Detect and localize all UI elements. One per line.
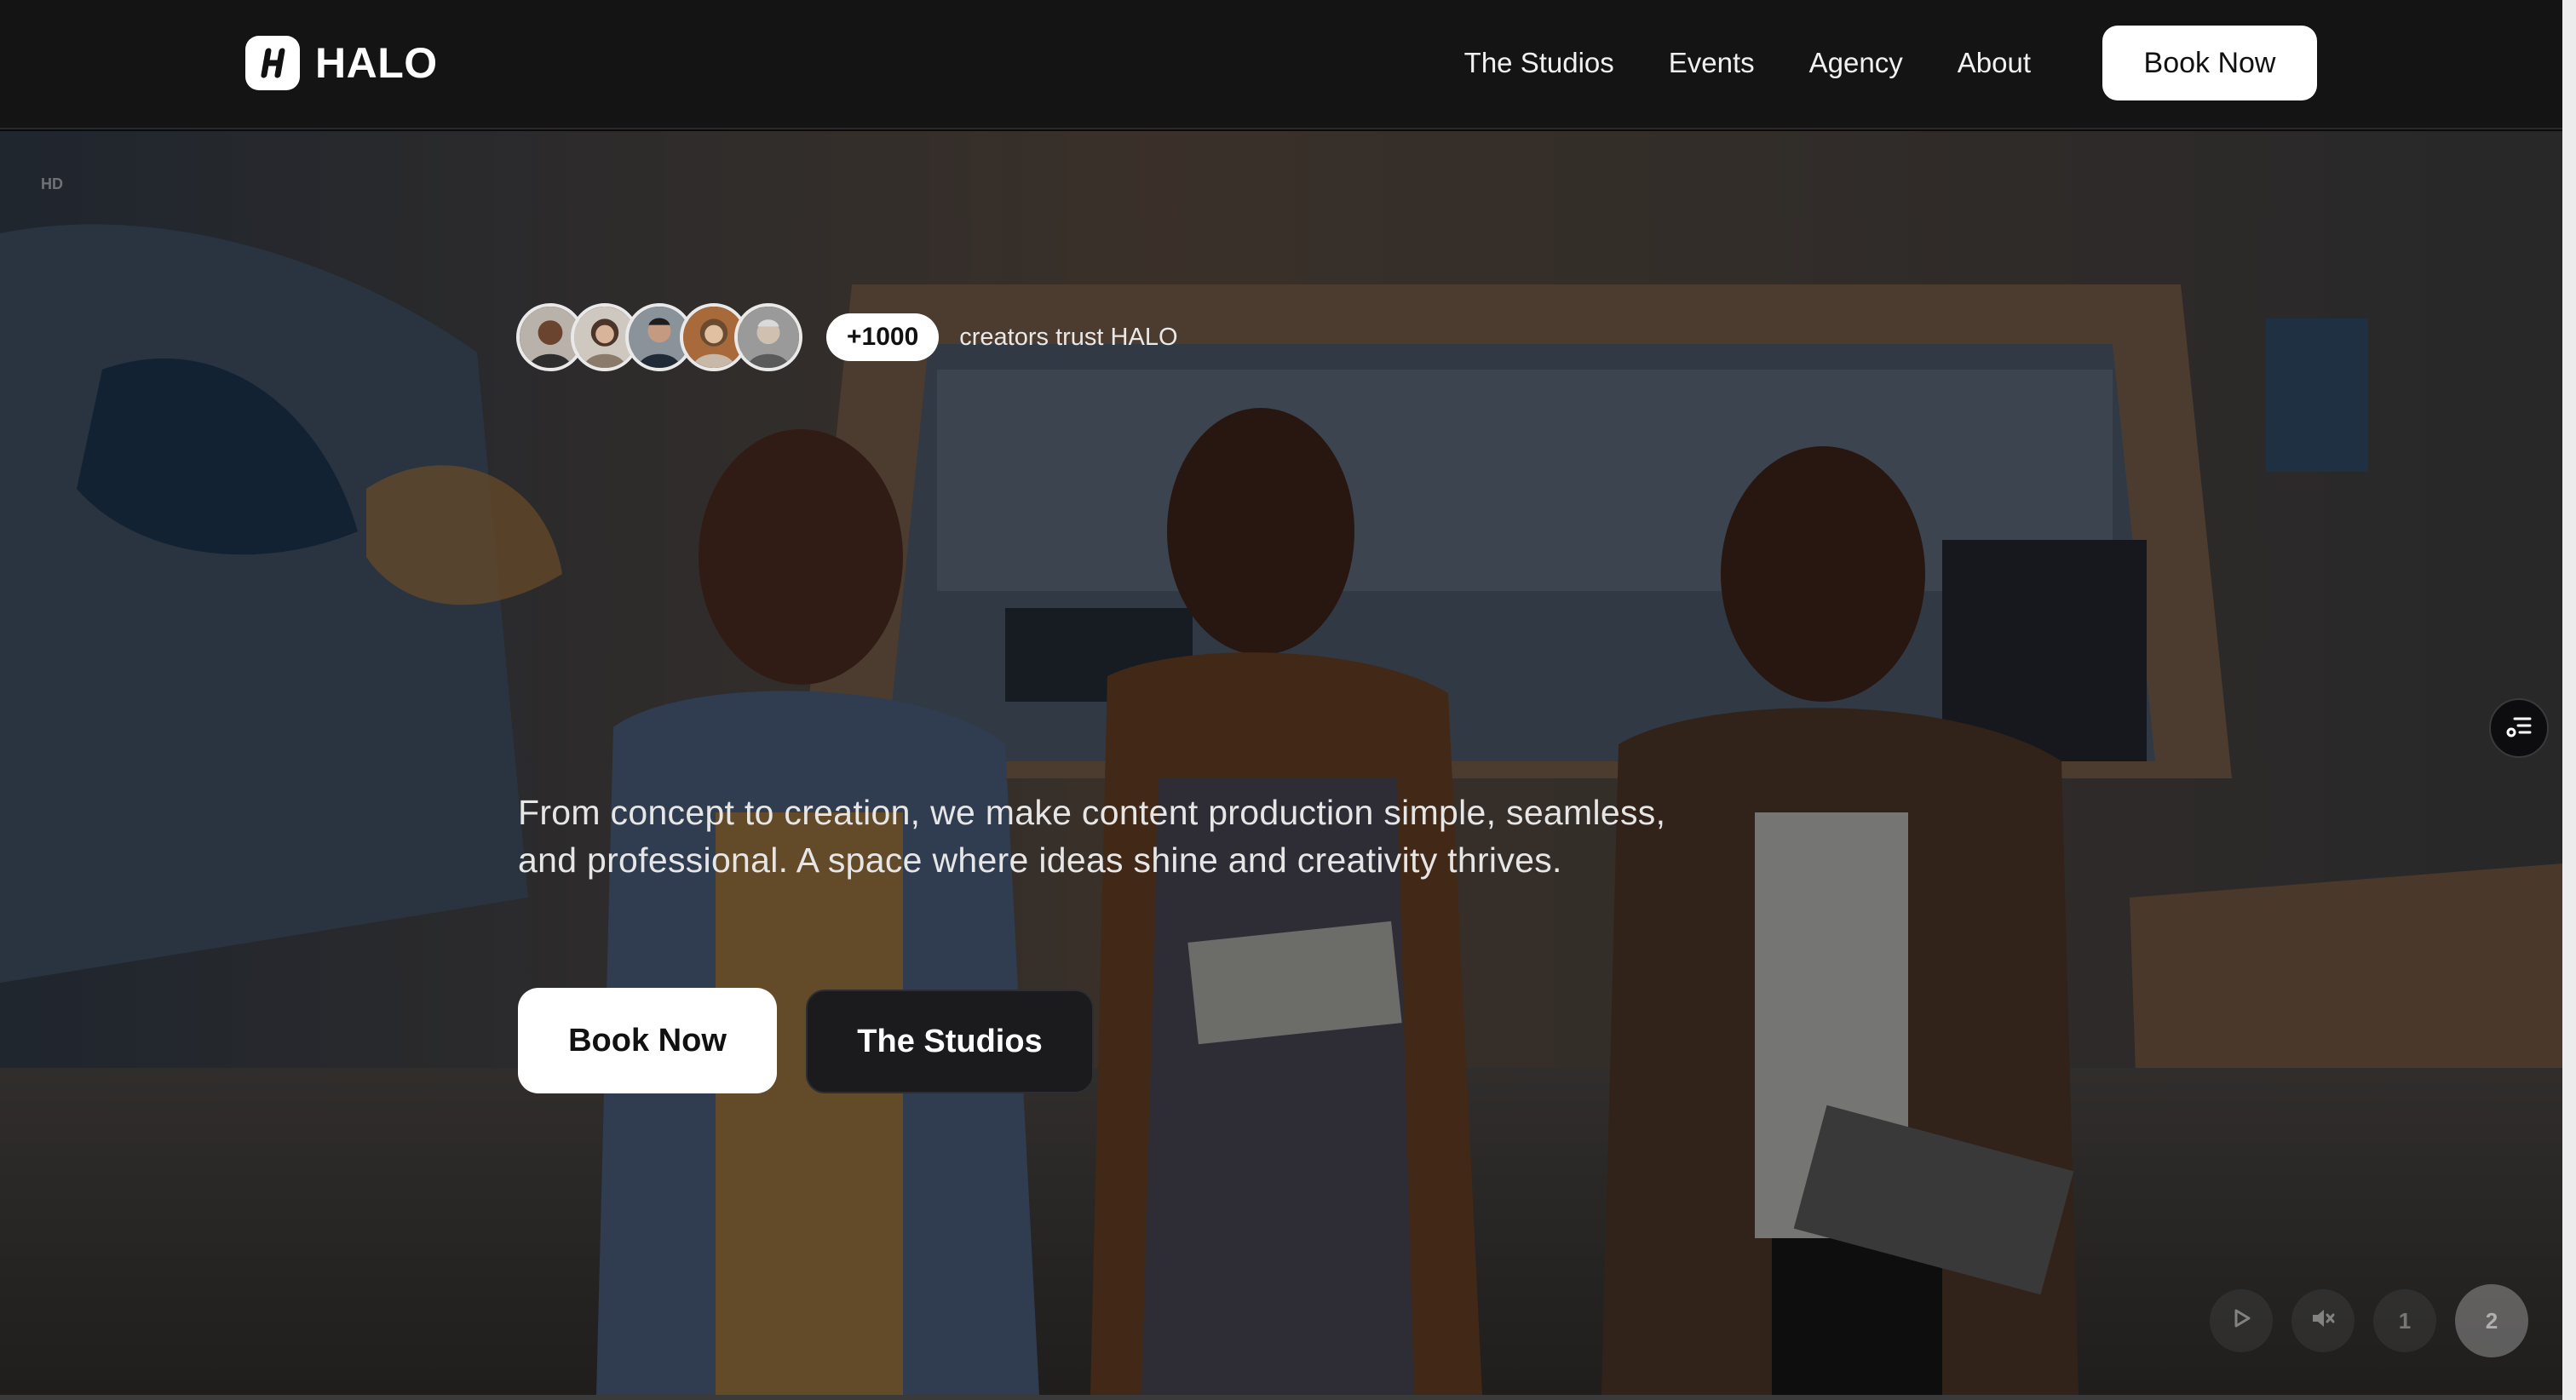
header-book-now-button[interactable]: Book Now (2102, 26, 2317, 100)
hero-section (0, 131, 2562, 1395)
page-scrollbar[interactable] (2562, 0, 2576, 1400)
floating-menu-button[interactable] (2489, 698, 2549, 758)
play-button[interactable] (2210, 1289, 2273, 1352)
creator-trust-row: +1000 creators trust HALO (516, 303, 1178, 371)
brand-logo[interactable]: HALO (245, 36, 438, 90)
filter-settings-icon (2503, 710, 2535, 747)
creator-trust-text: creators trust HALO (959, 323, 1178, 351)
play-icon (2229, 1306, 2253, 1336)
slider-controls: 1 2 (2210, 1284, 2528, 1357)
brand-name: HALO (315, 39, 438, 87)
page: HD HALO The Studios Events Agency About … (0, 0, 2576, 1400)
avatar (734, 303, 802, 371)
main-nav: The Studios Events Agency About (1464, 41, 2031, 85)
page-bottom-border (0, 1395, 2562, 1400)
volume-icon (2310, 1306, 2336, 1336)
nav-link-agency[interactable]: Agency (1809, 41, 1903, 85)
hero-the-studios-button[interactable]: The Studios (806, 990, 1094, 1093)
mute-button[interactable] (2291, 1289, 2355, 1352)
nav-link-about[interactable]: About (1958, 41, 2031, 85)
slide-1-button[interactable]: 1 (2373, 1289, 2436, 1352)
nav-link-the-studios[interactable]: The Studios (1464, 41, 1614, 85)
creator-count-badge: +1000 (826, 313, 940, 361)
hero-dark-overlay (0, 131, 2562, 1395)
slide-2-button[interactable]: 2 (2455, 1284, 2528, 1357)
creator-avatars (516, 303, 802, 371)
hero-book-now-button[interactable]: Book Now (518, 988, 777, 1093)
halo-logo-icon (245, 36, 300, 90)
hero-description: From concept to creation, we make conten… (518, 793, 1666, 880)
hd-quality-badge: HD (41, 175, 63, 192)
nav-link-events[interactable]: Events (1669, 41, 1755, 85)
site-header: HALO The Studios Events Agency About Boo… (0, 0, 2562, 129)
